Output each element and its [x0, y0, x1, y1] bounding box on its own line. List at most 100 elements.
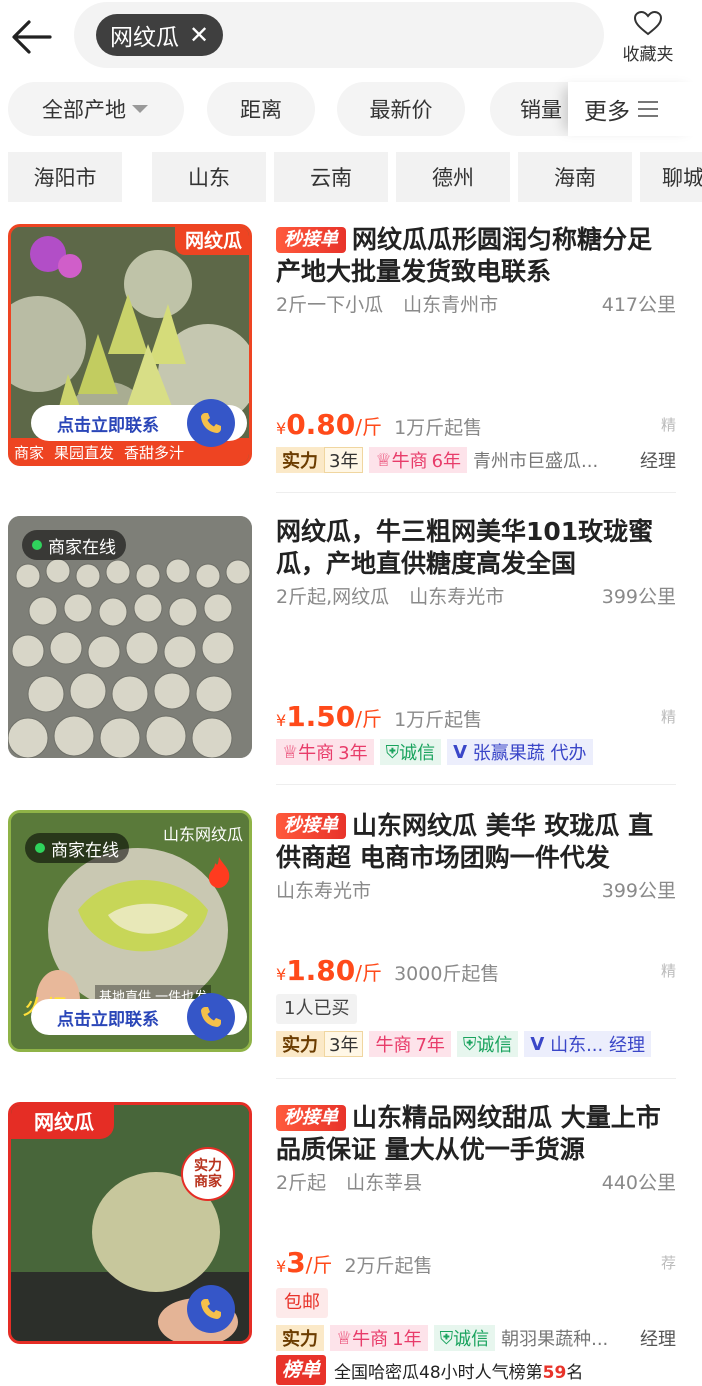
top-bar: 网纹瓜 ✕ 收藏夹 — [0, 0, 702, 76]
top-merchant-label: 牛商 — [391, 451, 428, 472]
listing-card[interactable]: 网纹瓜 商家 果园直发 香甜多汁 点击立即联系 秒接单 网纹瓜瓜形圆润匀称糖分足产… — [0, 224, 702, 494]
region-tag[interactable]: 海南 — [518, 152, 632, 202]
strength-tag: 实力 — [276, 1031, 324, 1057]
favorites-label: 收藏夹 — [622, 45, 674, 65]
stamp-line-b: 商家 — [194, 1174, 222, 1190]
contact-role: 经理 — [640, 451, 676, 472]
product-image[interactable]: 山东网纹瓜 商家在线 基地直供 一件也发 火爆 点击立即联系 — [8, 810, 252, 1052]
price-unit: /斤 — [355, 415, 383, 439]
thumb-bottom-c: 香甜多汁 — [124, 443, 185, 462]
listing-distance: 440公里 — [601, 1172, 676, 1194]
listing-distance: 399公里 — [601, 880, 676, 902]
listing-title[interactable]: 秒接单 山东精品网纹甜瓜 大量上市 品质保证 量大从优一手货源 — [276, 1102, 676, 1166]
integrity-tag: ⛨ 诚信 — [456, 1031, 519, 1057]
filter-more-label: 更多 — [584, 99, 630, 125]
contact-now-label: 点击立即联系 — [57, 415, 159, 436]
min-quantity: 2万斤起售 — [344, 1255, 433, 1277]
price-unit: /斤 — [355, 961, 383, 985]
clear-chip-icon[interactable]: ✕ — [189, 23, 209, 47]
listing-spec: 2斤起,网纹瓜 — [276, 586, 390, 608]
min-quantity: 1万斤起售 — [394, 709, 483, 731]
listing-title[interactable]: 秒接单 网纹瓜瓜形圆润匀称糖分足产地大批量发货致电联系 — [276, 224, 676, 288]
fast-order-badge: 秒接单 — [276, 813, 346, 839]
divider — [276, 784, 676, 785]
back-arrow-icon[interactable] — [10, 18, 52, 56]
min-quantity: 3000斤起售 — [394, 963, 500, 985]
product-image[interactable]: 商家在线 — [8, 516, 252, 758]
listing-meta: 2斤起,网纹瓜 山东寿光市 399公里 — [276, 582, 676, 610]
product-image[interactable]: 网纹瓜 商家 果园直发 香甜多汁 点击立即联系 — [8, 224, 252, 466]
fast-order-badge: 秒接单 — [276, 1105, 346, 1131]
phone-icon[interactable] — [187, 993, 235, 1041]
shop-name[interactable]: 青州市巨盛瓜... — [473, 447, 634, 473]
listing-price: ¥1.50/斤 — [276, 700, 382, 733]
integrity-tag: ⛨ 诚信 — [379, 739, 442, 765]
filter-origin-label: 全部产地 — [42, 98, 126, 122]
ranking-banner[interactable]: 榜单 全国哈密瓜48小时人气榜第59名 — [276, 1354, 583, 1386]
listing-card[interactable]: 网纹瓜 实力 商家 秒接单 山东精品网纹甜瓜 大量上市 品质保证 量大从优一手货源… — [0, 1102, 702, 1386]
listing-distance: 417公里 — [601, 294, 676, 316]
listing-info: 网纹瓜，牛三粗网美华101玫珑蜜瓜，产地直供糖度高发全国 2斤起,网纹瓜 山东寿… — [276, 516, 676, 610]
thumb-corner-label: 网纹瓜 — [174, 227, 249, 255]
featured-mark: 精 — [660, 962, 676, 980]
thumb-corner-label: 山东网纹瓜 — [162, 825, 243, 844]
strength-tag: 实力 — [276, 447, 324, 473]
listing-location: 山东寿光市 — [276, 880, 372, 902]
phone-icon[interactable] — [187, 399, 235, 447]
region-tag[interactable]: 聊城 — [640, 152, 702, 202]
price-value: 0.80 — [286, 408, 356, 441]
price-value: 1.80 — [286, 954, 356, 987]
integrity-label: 诚信 — [453, 1329, 490, 1350]
region-tag[interactable]: 云南 — [274, 152, 388, 202]
bought-count: 1人已买 — [276, 994, 358, 1024]
verified-agent-tag[interactable]: V 山东... 经理 — [524, 1031, 651, 1057]
filter-origin[interactable]: 全部产地 — [8, 82, 184, 136]
featured-mark: 精 — [660, 416, 676, 434]
listing-title[interactable]: 秒接单 山东网纹瓜 美华 玫珑瓜 直供商超 电商市场团购一件代发 — [276, 810, 676, 874]
region-tag[interactable]: 山东 — [152, 152, 266, 202]
favorites-button[interactable]: 收藏夹 — [614, 6, 682, 66]
phone-icon[interactable] — [187, 1285, 235, 1333]
listing-distance: 399公里 — [601, 586, 676, 608]
listing-price: ¥0.80/斤 — [276, 408, 382, 441]
tag-row: 实力 3年 牛商 7年 ⛨ 诚信 V 山东... 经理 — [276, 1030, 676, 1058]
listing-location: 山东莘县 — [346, 1172, 423, 1194]
divider — [276, 492, 676, 493]
search-bar[interactable]: 网纹瓜 ✕ — [74, 2, 604, 68]
verified-agent-tag[interactable]: V 张赢果蔬 代办 — [447, 739, 593, 765]
listing-title[interactable]: 网纹瓜，牛三粗网美华101玫珑蜜瓜，产地直供糖度高发全国 — [276, 516, 676, 580]
price-row: ¥1.50/斤 1万斤起售 精 — [276, 700, 676, 734]
listing-spec: 2斤起 — [276, 1172, 327, 1194]
flame-icon — [208, 857, 230, 888]
region-tags: 海阳市 山东 云南 德州 海南 聊城 — [0, 152, 702, 204]
listing-card[interactable]: 商家在线 网纹瓜，牛三粗网美华101玫珑蜜瓜，产地直供糖度高发全国 2斤起,网纹… — [0, 516, 702, 786]
listing-card[interactable]: 山东网纹瓜 商家在线 基地直供 一件也发 火爆 点击立即联系 秒接单山东网纹瓜 … — [0, 810, 702, 1080]
caret-down-icon — [132, 105, 148, 113]
price-row: ¥3/斤 2万斤起售 荐 — [276, 1246, 676, 1280]
listing-info: 秒接单 网纹瓜瓜形圆润匀称糖分足产地大批量发货致电联系 2斤一下小瓜 山东青州市 … — [276, 224, 676, 318]
top-merchant-years: 3年 — [338, 743, 368, 764]
merchant-online-badge: 商家在线 — [22, 530, 126, 560]
top-merchant-tag: ♕ 牛商 1年 — [330, 1325, 428, 1351]
heart-icon — [633, 10, 663, 36]
product-image[interactable]: 网纹瓜 实力 商家 — [8, 1102, 252, 1344]
integrity-label: 诚信 — [476, 1035, 513, 1056]
currency-symbol: ¥ — [276, 419, 287, 438]
search-chip[interactable]: 网纹瓜 ✕ — [96, 14, 224, 56]
top-merchant-tag: ♕ 牛商 3年 — [276, 739, 374, 765]
region-tag[interactable]: 海阳市 — [8, 152, 122, 202]
shop-name[interactable]: 朝羽果蔬种... — [501, 1325, 634, 1351]
shield-icon: ⛨ — [385, 741, 400, 763]
featured-mark: 精 — [660, 708, 676, 726]
listing-spec: 2斤一下小瓜 — [276, 294, 384, 316]
filter-latest-price[interactable]: 最新价 — [337, 82, 465, 136]
filter-distance[interactable]: 距离 — [207, 82, 315, 136]
contact-role: 经理 — [640, 1329, 676, 1350]
ranking-text: 全国哈密瓜48小时人气榜第 — [334, 1362, 543, 1383]
online-dot-icon — [32, 540, 42, 550]
price-value: 1.50 — [286, 700, 356, 733]
filter-more-button[interactable]: 更多 — [568, 82, 702, 136]
region-tag[interactable]: 德州 — [396, 152, 510, 202]
price-unit: /斤 — [305, 1253, 333, 1277]
currency-symbol: ¥ — [276, 965, 287, 984]
